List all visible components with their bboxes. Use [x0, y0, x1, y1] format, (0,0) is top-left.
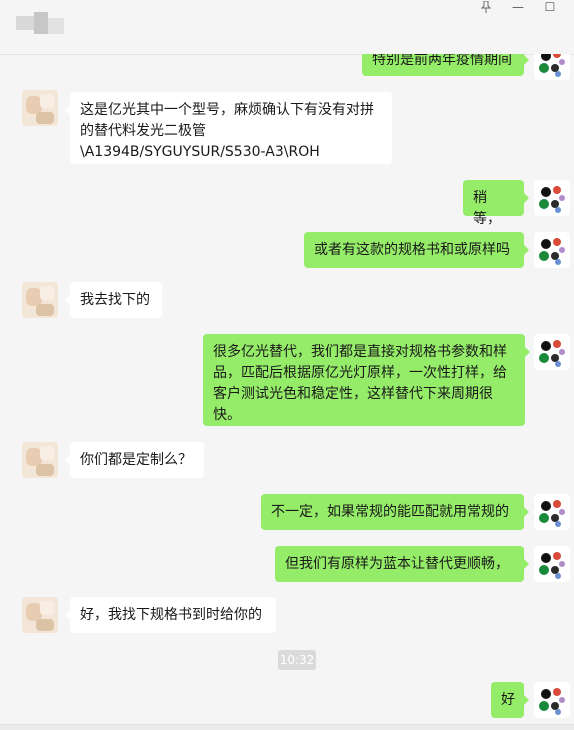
- message-timestamp: 10:32: [278, 650, 316, 670]
- pin-icon[interactable]: [476, 0, 496, 14]
- message-bubble-self[interactable]: 但我们有原样为蓝本让替代更顺畅，: [275, 546, 529, 582]
- self-avatar[interactable]: [534, 334, 570, 370]
- avatar-dots-icon: [534, 54, 570, 80]
- contact-avatar[interactable]: [22, 282, 58, 318]
- input-area-divider: [0, 724, 574, 730]
- message-bubble-self[interactable]: 不一定，如果常规的能匹配就用常规的: [261, 494, 529, 530]
- self-avatar[interactable]: [534, 546, 570, 582]
- message-bubble-self[interactable]: 稍等，: [463, 180, 529, 227]
- contact-avatar[interactable]: [22, 442, 58, 478]
- avatar-dots-icon: [534, 180, 570, 216]
- message-bubble-self[interactable]: 或者有这款的规格书和或原样吗: [304, 232, 529, 268]
- avatar-dots-icon: [534, 546, 570, 582]
- self-avatar[interactable]: [534, 54, 570, 80]
- minimize-button[interactable]: —: [508, 0, 528, 14]
- message-bubble-other[interactable]: 我去找下的: [65, 282, 162, 318]
- avatar-dots-icon: [534, 494, 570, 530]
- message-bubble-self[interactable]: 好: [491, 682, 529, 718]
- message-bubble-other[interactable]: 好，我找下规格书到时给你的: [65, 597, 276, 633]
- chat-header: — ☐: [0, 0, 574, 55]
- avatar-dots-icon: [534, 232, 570, 268]
- message-bubble-other[interactable]: 你们都是定制么？: [65, 442, 204, 478]
- maximize-button[interactable]: ☐: [540, 0, 560, 14]
- message-bubble-self[interactable]: 很多亿光替代，我们都是直接对规格书参数和样品，匹配后根据原亿光灯原样，一次性打样…: [203, 334, 530, 426]
- contact-name-blurred: [16, 12, 66, 38]
- message-bubble-other[interactable]: 这是亿光其中一个型号，麻烦确认下有没有对拼的替代料发光二极管\A1394B/SY…: [65, 92, 392, 164]
- self-avatar[interactable]: [534, 232, 570, 268]
- contact-avatar[interactable]: [22, 90, 58, 126]
- message-bubble-self[interactable]: 特别是前两年疫情期间: [362, 54, 529, 76]
- self-avatar[interactable]: [534, 682, 570, 718]
- self-avatar[interactable]: [534, 180, 570, 216]
- message-list[interactable]: 特别是前两年疫情期间 这是亿光其中一个型号，麻烦确认下有没有对拼的替代料发光二极…: [0, 54, 574, 729]
- avatar-dots-icon: [534, 682, 570, 718]
- self-avatar[interactable]: [534, 494, 570, 530]
- avatar-dots-icon: [534, 334, 570, 370]
- contact-avatar[interactable]: [22, 597, 58, 633]
